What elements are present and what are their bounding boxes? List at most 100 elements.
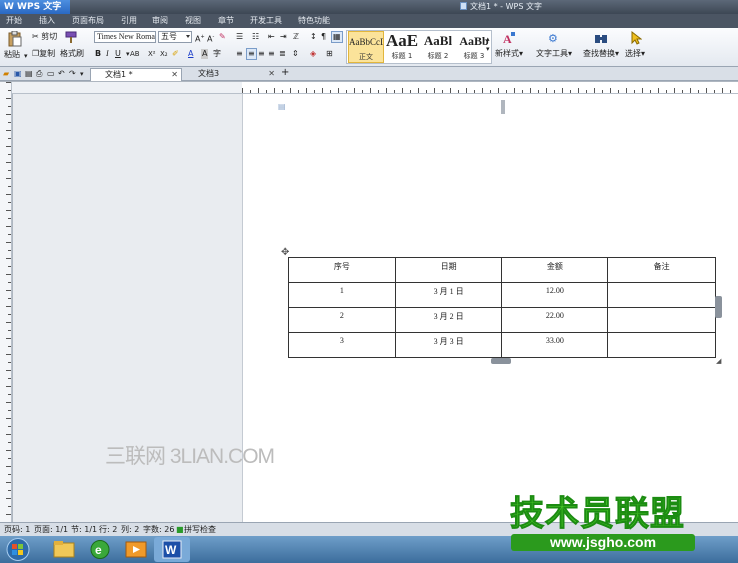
highlight-icon[interactable]: ✐	[172, 49, 179, 59]
print-icon[interactable]: ⎙	[36, 69, 42, 79]
sort-icon[interactable]: ↕	[310, 32, 317, 42]
styles-scroll-down-icon[interactable]: ▾	[486, 44, 490, 54]
new-tab-plus-icon[interactable]: +	[281, 68, 289, 78]
close-icon[interactable]: ✕	[171, 69, 178, 81]
style-heading-2[interactable]: AaBl 标题 2	[420, 31, 456, 63]
tab-document-3[interactable]: 文档3 ✕	[184, 68, 278, 81]
tab-special-features[interactable]: 特色功能	[298, 14, 330, 28]
table-cell[interactable]: 33.00	[501, 332, 609, 358]
font-color-icon[interactable]: A	[188, 49, 193, 59]
format-painter-button[interactable]: 格式刷	[60, 49, 84, 59]
media-player-icon[interactable]	[118, 537, 154, 562]
table-cell[interactable]: 3 月 1 日	[394, 282, 503, 308]
wps-writer-icon[interactable]: W	[154, 537, 190, 562]
align-left-icon[interactable]: ≡	[236, 49, 243, 59]
table-borders-icon[interactable]: ▦	[331, 31, 343, 43]
font-size-select[interactable]: 五号	[158, 31, 192, 43]
decrease-indent-icon[interactable]: ⇤	[268, 32, 275, 42]
quick-access-dropdown-caret[interactable]: ▾	[80, 69, 84, 79]
distributed-icon[interactable]: ≣	[279, 49, 286, 59]
file-explorer-icon[interactable]	[46, 537, 82, 562]
add-column-handle[interactable]	[715, 296, 722, 318]
find-replace-button[interactable]: 查找替换▾	[583, 49, 619, 59]
tab-review[interactable]: 审阅	[152, 14, 168, 28]
show-marks-icon[interactable]: ¶	[321, 32, 326, 42]
save-icon[interactable]: ▣	[14, 69, 22, 79]
cut-button[interactable]: ✂ 剪切	[32, 32, 57, 42]
tab-developer[interactable]: 开发工具	[250, 14, 282, 28]
borders-icon[interactable]: ⊞	[326, 49, 333, 59]
spell-check-button[interactable]: 拼写检查	[184, 524, 216, 536]
align-right-icon[interactable]: ≡	[258, 49, 265, 59]
binoculars-icon[interactable]	[594, 31, 608, 45]
shading-icon[interactable]: ◈	[310, 49, 316, 59]
cursor-select-icon[interactable]	[630, 31, 642, 45]
add-row-handle[interactable]	[491, 358, 511, 364]
tab-document-1[interactable]: 文档1 * ✕	[90, 68, 182, 81]
clear-format-icon[interactable]: ✎	[219, 32, 226, 42]
table-resize-handle-icon[interactable]: ◢	[716, 356, 721, 366]
paste-button[interactable]: 粘贴	[4, 50, 20, 60]
table-cell[interactable]	[607, 307, 716, 333]
status-word-count[interactable]: 字数: 26	[143, 524, 174, 536]
tab-page-layout[interactable]: 页面布局	[72, 14, 104, 28]
text-tools-button[interactable]: 文字工具▾	[536, 49, 572, 59]
browser-icon[interactable]: e	[82, 537, 118, 562]
shrink-font-icon[interactable]: A-	[207, 32, 214, 45]
table-cell[interactable]	[607, 282, 716, 308]
data-table[interactable]: 序号 日期 金额 备注 1 3 月 1 日 12.00 2 3 月 2 日 22…	[288, 257, 716, 358]
strikethrough-icon[interactable]: AB	[130, 49, 140, 59]
underline-dropdown-caret[interactable]: ▾	[126, 49, 130, 59]
style-heading-1[interactable]: AaE 标题 1	[384, 31, 420, 63]
wps-app-menu-button[interactable]: W WPS 文字	[0, 0, 70, 14]
format-painter-icon[interactable]	[65, 31, 77, 44]
tab-insert[interactable]: 插入	[39, 14, 55, 28]
align-center-icon[interactable]: ≡	[246, 48, 257, 60]
table-header-cell[interactable]: 金额	[501, 257, 609, 283]
phonetic-guide-icon[interactable]: 字	[213, 49, 221, 59]
start-button-icon[interactable]	[4, 537, 32, 562]
char-shading-icon[interactable]: A	[201, 49, 209, 59]
open-folder-icon[interactable]: ▰	[3, 69, 9, 79]
table-cell[interactable]: 3 月 3 日	[394, 332, 503, 358]
undo-icon[interactable]: ↶	[58, 69, 65, 79]
paragraph-layout-icon[interactable]: ▤	[278, 102, 286, 112]
tab-view[interactable]: 视图	[185, 14, 201, 28]
grow-font-icon[interactable]: A+	[195, 32, 205, 45]
numbered-list-icon[interactable]: ☷	[252, 32, 259, 42]
styles-scroll-up-icon[interactable]: ▴	[486, 34, 490, 44]
horizontal-ruler[interactable]	[242, 82, 738, 94]
subscript-icon[interactable]: X₂	[160, 49, 168, 59]
new-style-button[interactable]: 新样式▾	[495, 49, 523, 59]
document-page[interactable]: ▤ ✥ 序号 日期 金额 备注 1 3 月 1 日 12.00 2 3 月 2 …	[242, 94, 738, 522]
paste-dropdown-caret[interactable]: ▾	[24, 51, 28, 61]
close-icon[interactable]: ✕	[268, 68, 275, 80]
justify-icon[interactable]: ≡	[268, 49, 275, 59]
table-cell[interactable]: 2	[288, 307, 396, 333]
increase-indent-icon[interactable]: ⇥	[280, 32, 287, 42]
font-name-select[interactable]: Times New Roman	[94, 31, 156, 43]
text-tools-icon[interactable]: ⚙	[547, 31, 561, 45]
chinese-layout-icon[interactable]: ℤ	[293, 32, 299, 42]
bullet-list-icon[interactable]: ☰	[236, 32, 243, 42]
table-header-cell[interactable]: 日期	[394, 257, 503, 283]
vertical-ruler[interactable]	[0, 82, 12, 522]
superscript-icon[interactable]: X²	[148, 49, 156, 59]
underline-icon[interactable]: U	[115, 49, 121, 59]
select-button[interactable]: 选择▾	[625, 49, 645, 59]
table-header-cell[interactable]: 序号	[288, 257, 396, 283]
table-cell[interactable]: 12.00	[501, 282, 609, 308]
preview-icon[interactable]: ▭	[47, 69, 55, 79]
italic-icon[interactable]: I	[106, 49, 109, 59]
table-cell[interactable]: 22.00	[501, 307, 609, 333]
line-spacing-icon[interactable]: ⇕	[292, 49, 299, 59]
table-cell[interactable]: 3 月 2 日	[394, 307, 503, 333]
table-cell[interactable]: 3	[288, 332, 396, 358]
tab-references[interactable]: 引用	[121, 14, 137, 28]
bold-icon[interactable]: B	[95, 49, 101, 59]
tab-home[interactable]: 开始	[6, 14, 22, 28]
tab-chapter[interactable]: 章节	[218, 14, 234, 28]
redo-icon[interactable]: ↷	[69, 69, 76, 79]
table-header-cell[interactable]: 备注	[607, 257, 716, 283]
print-preview-icon[interactable]: ▤	[25, 69, 33, 79]
